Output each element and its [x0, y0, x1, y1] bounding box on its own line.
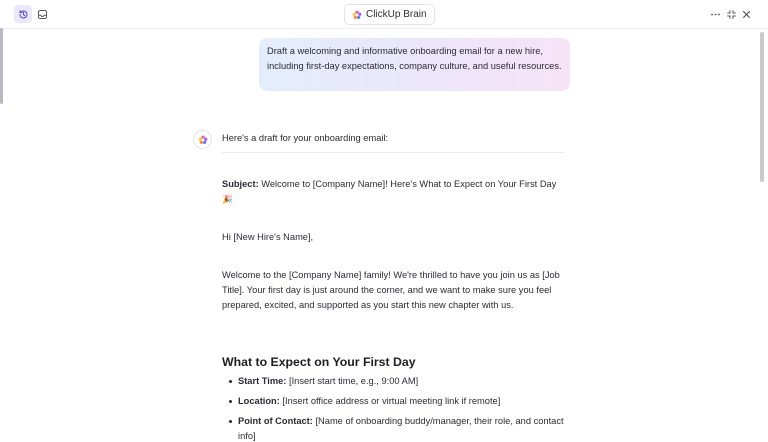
user-prompt-bubble: Draft a welcoming and informative onboar…	[259, 38, 570, 91]
inbox-icon	[37, 9, 47, 19]
reply-intro-text: Here's a draft for your onboarding email…	[222, 133, 389, 143]
close-button[interactable]	[737, 5, 755, 23]
email-welcome-paragraph: Welcome to the [Company Name] family! We…	[222, 270, 560, 310]
subject-label: Subject:	[222, 179, 259, 189]
clickup-brain-logo-icon	[198, 135, 207, 144]
history-icon	[18, 9, 27, 18]
list-item: Point of Contact: [Name of onboarding bu…	[229, 414, 564, 442]
section-heading: What to Expect on Your First Day	[222, 355, 416, 369]
close-icon	[742, 10, 750, 18]
party-popper-emoji: 🎉	[222, 194, 233, 204]
scrollbar-thumb[interactable]	[760, 32, 764, 182]
bullet-label: Start Time:	[238, 376, 287, 386]
bullet-text: [Insert start time, e.g., 9:00 AM]	[286, 376, 419, 386]
vertical-scrollbar[interactable]	[759, 28, 765, 442]
subject-text: Welcome to [Company Name]! Here's What t…	[258, 179, 557, 189]
assistant-avatar	[193, 130, 212, 149]
bullet-dot	[229, 420, 232, 423]
brand-selector[interactable]: ClickUp Brain	[344, 4, 435, 25]
minimize-icon	[726, 9, 736, 19]
reply-divider	[222, 152, 564, 153]
brand-label: ClickUp Brain	[366, 9, 427, 20]
list-item: Start Time: [Insert start time, e.g., 9:…	[229, 374, 564, 389]
clickup-brain-panel: ClickUp Brain Draft a welcoming and info…	[0, 0, 768, 442]
history-button[interactable]	[14, 5, 32, 23]
email-subject-line: Subject: Welcome to [Company Name]! Here…	[222, 177, 564, 207]
more-horizontal-icon	[710, 13, 720, 15]
bullet-dot	[229, 400, 232, 403]
bullet-label: Location:	[238, 396, 280, 406]
bullet-label: Point of Contact:	[238, 416, 313, 426]
clickup-brain-logo-icon	[352, 10, 362, 19]
bullet-text: [Insert office address or virtual meetin…	[279, 396, 501, 406]
list-item: Location: [Insert office address or virt…	[229, 394, 564, 409]
panel-header: ClickUp Brain	[0, 0, 768, 29]
left-resize-handle[interactable]	[0, 28, 3, 104]
inbox-button[interactable]	[33, 5, 51, 23]
bullet-dot	[229, 380, 232, 383]
email-greeting: Hi [New Hire's Name],	[222, 232, 314, 242]
